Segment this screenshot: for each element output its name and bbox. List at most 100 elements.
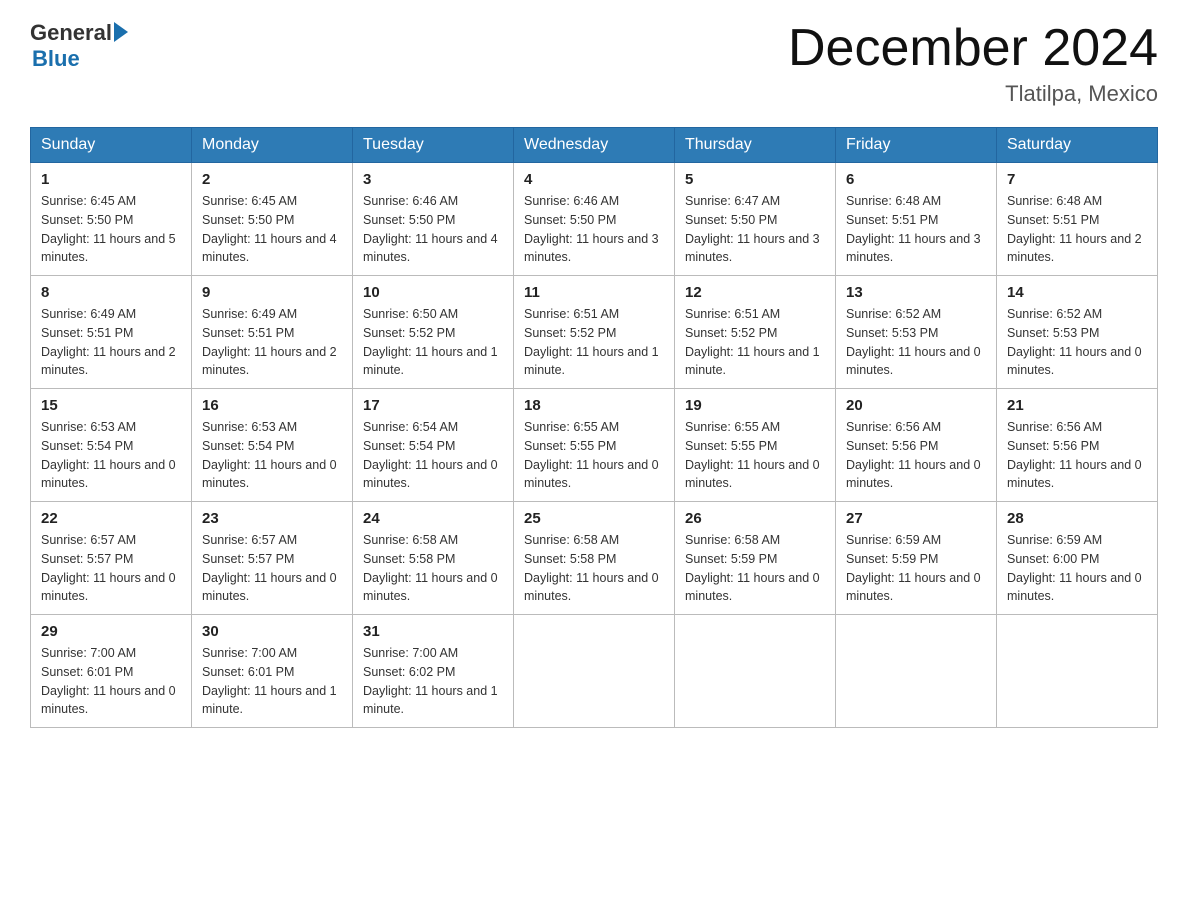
col-saturday: Saturday	[997, 128, 1158, 163]
day-info: Sunrise: 6:56 AMSunset: 5:56 PMDaylight:…	[1007, 418, 1147, 493]
calendar-week-row: 1 Sunrise: 6:45 AMSunset: 5:50 PMDayligh…	[31, 163, 1158, 276]
calendar-week-row: 15 Sunrise: 6:53 AMSunset: 5:54 PMDaylig…	[31, 389, 1158, 502]
logo-general-text: General	[30, 20, 112, 46]
day-info: Sunrise: 7:00 AMSunset: 6:01 PMDaylight:…	[41, 644, 181, 719]
day-number: 25	[524, 510, 664, 527]
day-number: 10	[363, 284, 503, 301]
logo-blue-text: Blue	[30, 46, 128, 72]
table-row: 23 Sunrise: 6:57 AMSunset: 5:57 PMDaylig…	[192, 502, 353, 615]
day-info: Sunrise: 6:59 AMSunset: 5:59 PMDaylight:…	[846, 531, 986, 606]
day-number: 1	[41, 171, 181, 188]
day-info: Sunrise: 6:54 AMSunset: 5:54 PMDaylight:…	[363, 418, 503, 493]
table-row: 1 Sunrise: 6:45 AMSunset: 5:50 PMDayligh…	[31, 163, 192, 276]
day-number: 7	[1007, 171, 1147, 188]
month-title: December 2024	[788, 20, 1158, 77]
table-row: 14 Sunrise: 6:52 AMSunset: 5:53 PMDaylig…	[997, 276, 1158, 389]
col-monday: Monday	[192, 128, 353, 163]
day-number: 4	[524, 171, 664, 188]
day-number: 21	[1007, 397, 1147, 414]
day-number: 2	[202, 171, 342, 188]
table-row: 8 Sunrise: 6:49 AMSunset: 5:51 PMDayligh…	[31, 276, 192, 389]
day-number: 9	[202, 284, 342, 301]
day-info: Sunrise: 6:52 AMSunset: 5:53 PMDaylight:…	[1007, 305, 1147, 380]
logo: General Blue	[30, 20, 128, 72]
calendar-week-row: 22 Sunrise: 6:57 AMSunset: 5:57 PMDaylig…	[31, 502, 1158, 615]
table-row: 10 Sunrise: 6:50 AMSunset: 5:52 PMDaylig…	[353, 276, 514, 389]
day-number: 27	[846, 510, 986, 527]
day-number: 20	[846, 397, 986, 414]
day-info: Sunrise: 6:57 AMSunset: 5:57 PMDaylight:…	[41, 531, 181, 606]
day-info: Sunrise: 6:51 AMSunset: 5:52 PMDaylight:…	[685, 305, 825, 380]
table-row: 26 Sunrise: 6:58 AMSunset: 5:59 PMDaylig…	[675, 502, 836, 615]
day-number: 26	[685, 510, 825, 527]
day-number: 30	[202, 623, 342, 640]
logo-arrow-icon	[114, 22, 128, 42]
day-info: Sunrise: 6:51 AMSunset: 5:52 PMDaylight:…	[524, 305, 664, 380]
day-info: Sunrise: 6:52 AMSunset: 5:53 PMDaylight:…	[846, 305, 986, 380]
day-number: 11	[524, 284, 664, 301]
day-info: Sunrise: 6:57 AMSunset: 5:57 PMDaylight:…	[202, 531, 342, 606]
location-text: Tlatilpa, Mexico	[788, 81, 1158, 107]
day-number: 14	[1007, 284, 1147, 301]
day-info: Sunrise: 6:55 AMSunset: 5:55 PMDaylight:…	[524, 418, 664, 493]
day-info: Sunrise: 6:45 AMSunset: 5:50 PMDaylight:…	[202, 192, 342, 267]
day-info: Sunrise: 6:46 AMSunset: 5:50 PMDaylight:…	[524, 192, 664, 267]
table-row: 24 Sunrise: 6:58 AMSunset: 5:58 PMDaylig…	[353, 502, 514, 615]
title-section: December 2024 Tlatilpa, Mexico	[788, 20, 1158, 107]
day-info: Sunrise: 6:58 AMSunset: 5:58 PMDaylight:…	[524, 531, 664, 606]
table-row	[997, 615, 1158, 728]
day-info: Sunrise: 6:58 AMSunset: 5:58 PMDaylight:…	[363, 531, 503, 606]
table-row: 25 Sunrise: 6:58 AMSunset: 5:58 PMDaylig…	[514, 502, 675, 615]
day-number: 15	[41, 397, 181, 414]
table-row: 22 Sunrise: 6:57 AMSunset: 5:57 PMDaylig…	[31, 502, 192, 615]
table-row: 30 Sunrise: 7:00 AMSunset: 6:01 PMDaylig…	[192, 615, 353, 728]
day-number: 3	[363, 171, 503, 188]
day-number: 17	[363, 397, 503, 414]
col-wednesday: Wednesday	[514, 128, 675, 163]
day-number: 23	[202, 510, 342, 527]
table-row: 6 Sunrise: 6:48 AMSunset: 5:51 PMDayligh…	[836, 163, 997, 276]
day-info: Sunrise: 7:00 AMSunset: 6:01 PMDaylight:…	[202, 644, 342, 719]
table-row: 3 Sunrise: 6:46 AMSunset: 5:50 PMDayligh…	[353, 163, 514, 276]
day-info: Sunrise: 6:49 AMSunset: 5:51 PMDaylight:…	[202, 305, 342, 380]
day-info: Sunrise: 6:47 AMSunset: 5:50 PMDaylight:…	[685, 192, 825, 267]
table-row: 11 Sunrise: 6:51 AMSunset: 5:52 PMDaylig…	[514, 276, 675, 389]
day-info: Sunrise: 6:53 AMSunset: 5:54 PMDaylight:…	[41, 418, 181, 493]
day-info: Sunrise: 6:49 AMSunset: 5:51 PMDaylight:…	[41, 305, 181, 380]
table-row: 15 Sunrise: 6:53 AMSunset: 5:54 PMDaylig…	[31, 389, 192, 502]
table-row: 13 Sunrise: 6:52 AMSunset: 5:53 PMDaylig…	[836, 276, 997, 389]
table-row: 12 Sunrise: 6:51 AMSunset: 5:52 PMDaylig…	[675, 276, 836, 389]
day-info: Sunrise: 6:58 AMSunset: 5:59 PMDaylight:…	[685, 531, 825, 606]
table-row: 16 Sunrise: 6:53 AMSunset: 5:54 PMDaylig…	[192, 389, 353, 502]
table-row: 4 Sunrise: 6:46 AMSunset: 5:50 PMDayligh…	[514, 163, 675, 276]
table-row: 17 Sunrise: 6:54 AMSunset: 5:54 PMDaylig…	[353, 389, 514, 502]
day-number: 19	[685, 397, 825, 414]
day-number: 28	[1007, 510, 1147, 527]
table-row: 7 Sunrise: 6:48 AMSunset: 5:51 PMDayligh…	[997, 163, 1158, 276]
calendar-week-row: 8 Sunrise: 6:49 AMSunset: 5:51 PMDayligh…	[31, 276, 1158, 389]
col-thursday: Thursday	[675, 128, 836, 163]
day-info: Sunrise: 7:00 AMSunset: 6:02 PMDaylight:…	[363, 644, 503, 719]
col-friday: Friday	[836, 128, 997, 163]
day-number: 22	[41, 510, 181, 527]
table-row	[836, 615, 997, 728]
calendar-week-row: 29 Sunrise: 7:00 AMSunset: 6:01 PMDaylig…	[31, 615, 1158, 728]
day-info: Sunrise: 6:48 AMSunset: 5:51 PMDaylight:…	[1007, 192, 1147, 267]
table-row	[675, 615, 836, 728]
day-info: Sunrise: 6:55 AMSunset: 5:55 PMDaylight:…	[685, 418, 825, 493]
table-row: 28 Sunrise: 6:59 AMSunset: 6:00 PMDaylig…	[997, 502, 1158, 615]
day-number: 5	[685, 171, 825, 188]
day-info: Sunrise: 6:56 AMSunset: 5:56 PMDaylight:…	[846, 418, 986, 493]
table-row: 27 Sunrise: 6:59 AMSunset: 5:59 PMDaylig…	[836, 502, 997, 615]
page-header: General Blue December 2024 Tlatilpa, Mex…	[30, 20, 1158, 107]
table-row: 21 Sunrise: 6:56 AMSunset: 5:56 PMDaylig…	[997, 389, 1158, 502]
day-number: 31	[363, 623, 503, 640]
day-number: 6	[846, 171, 986, 188]
day-number: 12	[685, 284, 825, 301]
table-row: 31 Sunrise: 7:00 AMSunset: 6:02 PMDaylig…	[353, 615, 514, 728]
table-row	[514, 615, 675, 728]
table-row: 5 Sunrise: 6:47 AMSunset: 5:50 PMDayligh…	[675, 163, 836, 276]
day-number: 29	[41, 623, 181, 640]
day-info: Sunrise: 6:46 AMSunset: 5:50 PMDaylight:…	[363, 192, 503, 267]
table-row: 18 Sunrise: 6:55 AMSunset: 5:55 PMDaylig…	[514, 389, 675, 502]
